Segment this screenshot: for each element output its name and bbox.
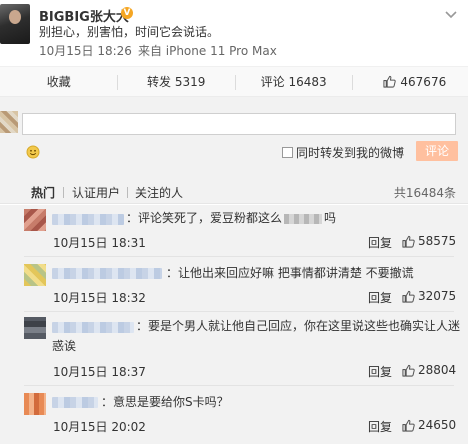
comment-like-button[interactable]: 58575: [402, 234, 456, 248]
emoji-icon[interactable]: [26, 145, 40, 159]
comment-filter-tabs: 热门 认证用户 关注的人 共16484条: [0, 177, 468, 204]
comment-like-count: 58575: [418, 234, 457, 248]
comment-divider: [24, 385, 454, 386]
comment-time: 10月15日 20:02: [53, 420, 146, 434]
verified-badge-icon: V: [121, 7, 133, 19]
post-header: BIGBIG张大大 V 别担心，别害怕，时间它会说话。 10月15日 18:26…: [0, 0, 468, 66]
comment-like-count: 28804: [418, 363, 457, 377]
commenter-name[interactable]: [52, 268, 162, 279]
comment-list: ：评论笑死了，爱豆粉都这么 吗 10月15日 18:31 回复 58575 ：让他…: [0, 205, 468, 444]
comment-text: ：让他出来回应好嘛 把事情都讲清楚 不要撤谎: [166, 266, 414, 280]
reply-button[interactable]: 回复: [368, 234, 392, 251]
comment-time: 10月15日 18:32: [53, 291, 146, 305]
submit-comment-button[interactable]: 评论: [416, 141, 458, 161]
thumbs-up-icon: [402, 364, 415, 377]
tab-divider: [127, 187, 128, 198]
post-text: 别担心，别害怕，时间它会说话。: [39, 25, 220, 39]
comment-text-continued: 惑诶: [52, 339, 77, 353]
comment-like-button[interactable]: 28804: [402, 363, 456, 377]
comment-divider: [24, 256, 454, 257]
commenter-avatar[interactable]: [24, 393, 46, 415]
reply-button[interactable]: 回复: [368, 418, 392, 435]
comment-text: ：评论笑死了，爱豆粉都这么 吗: [126, 209, 336, 228]
thumbs-up-icon: [383, 75, 397, 88]
thumbs-up-icon: [402, 290, 415, 303]
comment-text: ：意思是要给你S卡吗？: [101, 395, 229, 409]
comment-divider: [24, 311, 454, 312]
reply-button[interactable]: 回复: [368, 363, 392, 380]
thumbs-up-icon: [402, 235, 415, 248]
comment-like-count: 32075: [418, 289, 457, 303]
comment-like-count: 24650: [418, 418, 457, 432]
repost-button[interactable]: 转发 5319: [117, 67, 234, 96]
comment-button[interactable]: 评论 16483: [234, 67, 352, 96]
repost-label: 转发 5319: [147, 75, 206, 89]
comment-text-part: 吗: [324, 211, 337, 225]
author-avatar[interactable]: [0, 4, 30, 44]
like-count: 467676: [400, 74, 447, 89]
commenter-name[interactable]: [52, 214, 124, 225]
also-forward-checkbox[interactable]: [282, 147, 293, 158]
commenter-avatar[interactable]: [24, 209, 46, 231]
blurred-text: [284, 213, 323, 224]
favorite-label: 收藏: [46, 75, 71, 89]
post-source: 来自 iPhone 11 Pro Max: [137, 44, 277, 58]
comment-like-button[interactable]: 24650: [402, 418, 456, 432]
comment-input[interactable]: [22, 113, 456, 135]
commenter-name[interactable]: [52, 397, 98, 408]
also-forward-label[interactable]: 同时转发到我的微博: [296, 144, 404, 161]
comment-composer: 同时转发到我的微博 评论: [0, 97, 468, 177]
commenter-avatar[interactable]: [24, 264, 46, 286]
comment-text: ：要是个男人就让他自己回应，你在这里说这些也确实让人迷: [136, 319, 461, 333]
thumbs-up-icon: [402, 419, 415, 432]
post-meta: 10月15日 18:26 来自 iPhone 11 Pro Max: [39, 42, 277, 59]
post-date[interactable]: 10月15日 18:26: [39, 44, 132, 58]
favorite-button[interactable]: 收藏: [0, 67, 117, 96]
reply-button[interactable]: 回复: [368, 289, 392, 306]
comment-like-button[interactable]: 32075: [402, 289, 456, 303]
commenter-avatar[interactable]: [24, 317, 46, 339]
tab-verified[interactable]: 认证用户: [72, 184, 120, 201]
comment-time: 10月15日 18:37: [53, 365, 146, 379]
comment-label: 评论 16483: [260, 75, 327, 89]
tab-divider: [63, 187, 64, 198]
my-avatar: [0, 111, 18, 133]
like-button[interactable]: 467676: [352, 67, 468, 96]
tab-hot[interactable]: 热门: [31, 184, 55, 201]
post-action-bar: 收藏 转发 5319 评论 16483 467676: [0, 66, 468, 97]
commenter-name[interactable]: [52, 322, 134, 333]
comment-total-count: 共16484条: [393, 186, 456, 200]
comment-time: 10月15日 18:31: [53, 236, 146, 250]
tab-following[interactable]: 关注的人: [135, 184, 183, 201]
chevron-down-icon[interactable]: [444, 8, 458, 22]
comment-text-part: ：评论笑死了，爱豆粉都这么: [126, 211, 283, 225]
